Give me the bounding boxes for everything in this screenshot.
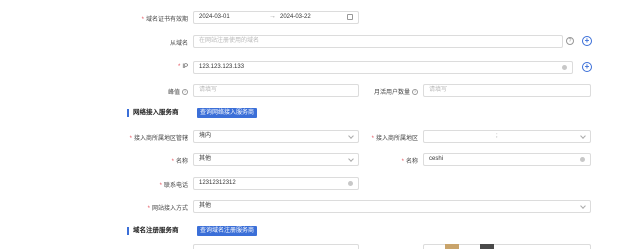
phone-value: 12312312312: [199, 180, 236, 186]
cert-end-date[interactable]: 2024-03-22: [280, 12, 311, 23]
registrar-section-title: 域名注册服务商: [127, 227, 179, 235]
access-area-select[interactable]: ;: [423, 130, 591, 143]
arrow-right-icon: →: [269, 13, 276, 20]
query-network-provider-button[interactable]: 查询网络接入服务商: [197, 108, 258, 118]
ip-input[interactable]: 123.123.123.133: [193, 61, 573, 74]
cert-start-date[interactable]: 2024-03-01: [199, 14, 230, 20]
calendar-icon[interactable]: [347, 14, 353, 20]
registrar-field-partial[interactable]: [193, 244, 359, 249]
query-registrar-button[interactable]: 查询域名注册服务商: [197, 226, 258, 236]
phone-input[interactable]: 12312312312: [193, 177, 359, 190]
ip-value: 123.123.123.133: [199, 64, 245, 70]
access-method-value: 其他: [199, 203, 212, 209]
access-method-label: * 网站接入方式: [147, 206, 188, 212]
clear-icon[interactable]: [580, 157, 585, 162]
ip-label: * IP: [177, 64, 188, 70]
monthly-users-label: 月活用户数量?: [373, 89, 418, 96]
access-method-select[interactable]: 其他: [193, 200, 591, 213]
network-section-title: 网络接入服务商: [127, 109, 179, 117]
chevron-down-icon: [580, 133, 586, 139]
name-label: * 名称: [171, 159, 188, 165]
subdomain-input[interactable]: 在网站注册使用的域名: [193, 35, 563, 48]
clear-icon[interactable]: [562, 65, 567, 70]
name2-label: * 名称: [401, 159, 418, 165]
cert-date-range[interactable]: 2024-03-01 → 2024-03-22: [193, 11, 359, 24]
peak-label: 峰值?: [167, 89, 188, 96]
name2-value: ceshi: [429, 156, 444, 162]
chevron-down-icon: [580, 203, 586, 209]
cursor-mark: ;: [496, 133, 498, 139]
add-ip-icon[interactable]: +: [582, 62, 592, 72]
name-value: 其他: [199, 156, 212, 162]
access-area-label: * 接入商所属地区: [371, 136, 418, 142]
thumbnail-image: [480, 244, 494, 249]
name2-input[interactable]: ceshi: [423, 153, 591, 166]
clear-icon[interactable]: [348, 181, 353, 186]
add-subdomain-icon[interactable]: +: [582, 36, 592, 46]
phone-label: * 联系电话: [159, 183, 188, 189]
monthly-users-input[interactable]: 请填写: [423, 84, 591, 97]
help-icon[interactable]: ?: [412, 89, 418, 96]
cert-validity-label: * 域名证书有效期: [141, 17, 188, 23]
help-icon[interactable]: ?: [182, 89, 188, 96]
thumbnail-image: [445, 244, 459, 249]
subdomain-label: 从域名: [169, 41, 188, 47]
access-region-value: 境内: [199, 133, 212, 139]
access-region-label: * 接入商所属地区管辖: [129, 136, 188, 142]
help-icon[interactable]: ?: [566, 37, 574, 45]
